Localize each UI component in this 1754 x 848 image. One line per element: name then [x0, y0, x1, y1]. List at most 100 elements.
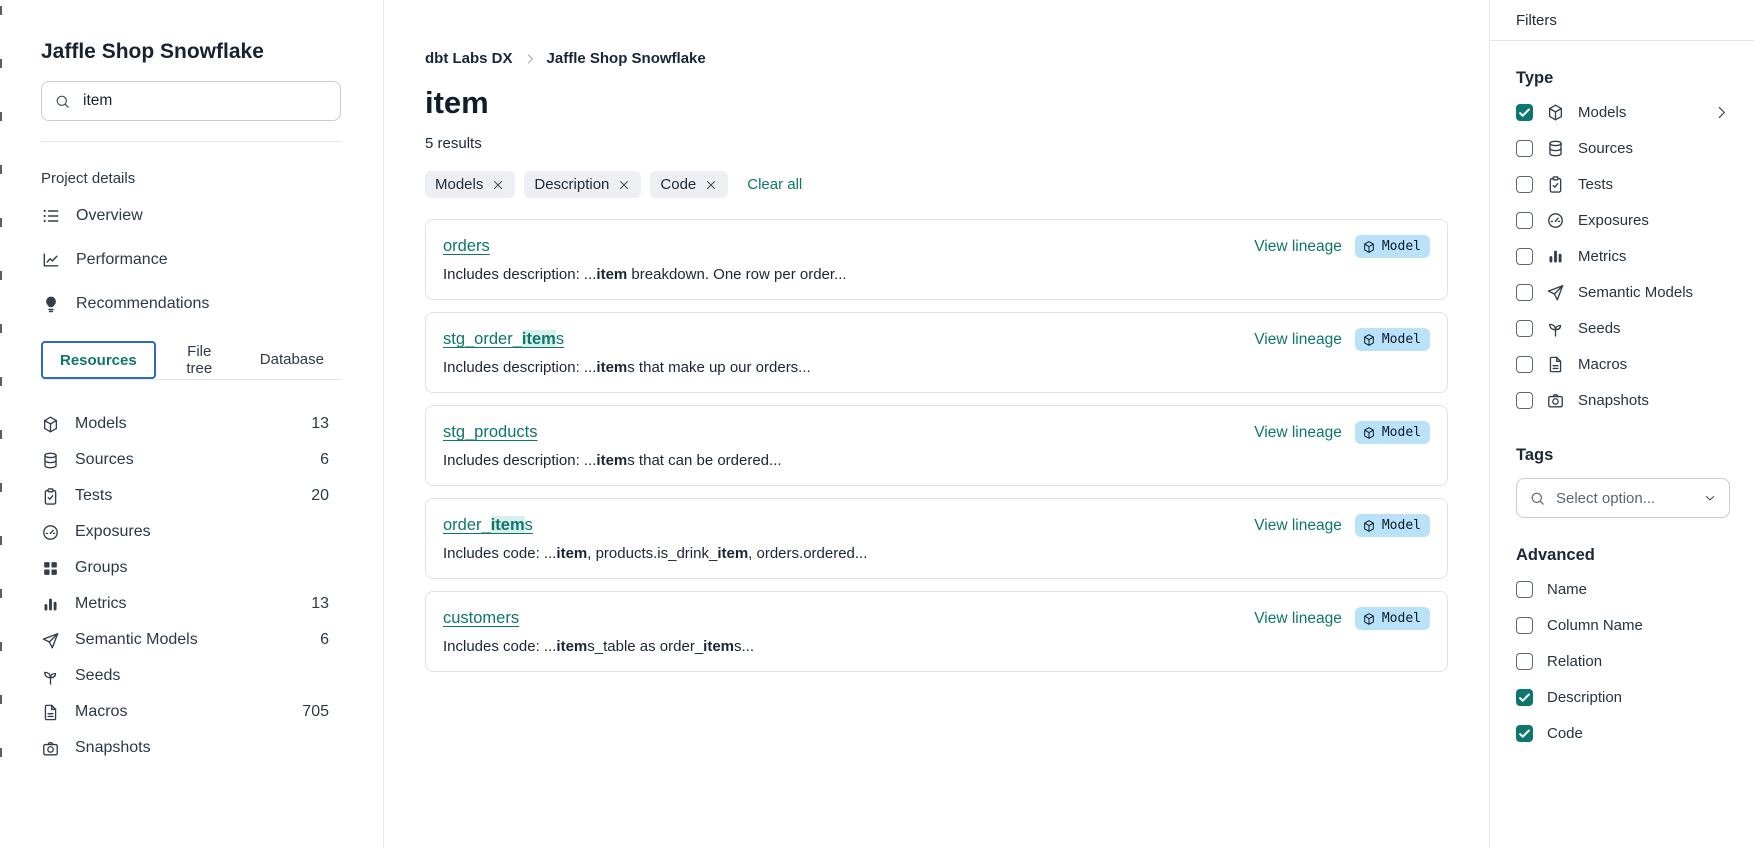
- tab-database[interactable]: Database: [243, 340, 341, 380]
- advanced-filter-name[interactable]: Name: [1516, 571, 1730, 607]
- filter-chip[interactable]: Models: [425, 171, 515, 198]
- filter-chip-label: Code: [660, 176, 696, 193]
- checkbox[interactable]: [1516, 284, 1533, 301]
- type-filter-exposures[interactable]: Exposures: [1516, 202, 1730, 238]
- close-icon[interactable]: [491, 178, 505, 192]
- checkbox[interactable]: [1516, 212, 1533, 229]
- exposure-icon: [1546, 211, 1565, 230]
- result-link[interactable]: customers: [443, 609, 519, 628]
- tags-section-heading: Tags: [1516, 446, 1730, 465]
- result-card: order_items View lineage Model Includes …: [425, 498, 1448, 579]
- source-icon: [1546, 139, 1565, 158]
- semantic-model-icon: [41, 631, 60, 650]
- filter-option-label: Sources: [1578, 140, 1633, 157]
- checkbox[interactable]: [1516, 356, 1533, 373]
- view-lineage-link[interactable]: View lineage: [1254, 517, 1342, 535]
- seed-icon: [1546, 319, 1565, 338]
- model-icon: [41, 415, 60, 434]
- type-filter-tests[interactable]: Tests: [1516, 166, 1730, 202]
- filter-chip[interactable]: Description: [524, 171, 641, 198]
- result-link[interactable]: order_items: [443, 516, 533, 535]
- test-icon: [1546, 175, 1565, 194]
- filter-option-label: Code: [1547, 725, 1583, 742]
- search-input[interactable]: [81, 91, 328, 111]
- filter-chip[interactable]: Code: [650, 171, 728, 198]
- sidebar-item-performance[interactable]: Performance: [41, 238, 341, 282]
- tags-select-placeholder: Select option...: [1556, 490, 1655, 507]
- main-content: dbt Labs DX Jaffle Shop Snowflake item 5…: [384, 0, 1489, 848]
- app-root: Jaffle Shop Snowflake Project details Ov…: [0, 0, 1754, 848]
- project-title: Jaffle Shop Snowflake: [41, 40, 341, 64]
- type-filter-seeds[interactable]: Seeds: [1516, 310, 1730, 346]
- checkbox[interactable]: [1516, 653, 1533, 670]
- breadcrumb-item-project-group[interactable]: dbt Labs DX: [425, 50, 513, 67]
- type-filter-macros[interactable]: Macros: [1516, 346, 1730, 382]
- advanced-filter-relation[interactable]: Relation: [1516, 643, 1730, 679]
- sidebar-item-macros[interactable]: Macros 705: [41, 694, 341, 730]
- sidebar-item-models[interactable]: Models 13: [41, 406, 341, 442]
- type-filter-semantic-models[interactable]: Semantic Models: [1516, 274, 1730, 310]
- sidebar-item-tests[interactable]: Tests 20: [41, 478, 341, 514]
- sidebar-item-recommendations[interactable]: Recommendations: [41, 282, 341, 326]
- sidebar-search[interactable]: [41, 81, 341, 121]
- resources-list: Models 13 Sources 6 Tests 20 Exposures G…: [41, 406, 341, 766]
- sidebar-item-overview[interactable]: Overview: [41, 194, 341, 238]
- checkbox[interactable]: [1516, 725, 1533, 742]
- close-icon[interactable]: [617, 178, 631, 192]
- filters-panel: Filters Type Models Sources Tests Exposu…: [1489, 0, 1754, 848]
- sidebar-project-link-label: Performance: [76, 251, 168, 269]
- checkbox[interactable]: [1516, 617, 1533, 634]
- resource-label: Snapshots: [75, 739, 151, 757]
- sidebar-item-metrics[interactable]: Metrics 13: [41, 586, 341, 622]
- result-link[interactable]: stg_order_items: [443, 330, 564, 349]
- checkbox[interactable]: [1516, 581, 1533, 598]
- type-filter-snapshots[interactable]: Snapshots: [1516, 382, 1730, 418]
- result-link[interactable]: stg_products: [443, 423, 537, 442]
- advanced-filter-list: Name Column Name Relation Description Co…: [1516, 571, 1730, 751]
- sidebar-item-seeds[interactable]: Seeds: [41, 658, 341, 694]
- checkbox[interactable]: [1516, 176, 1533, 193]
- advanced-filter-description[interactable]: Description: [1516, 679, 1730, 715]
- checkbox[interactable]: [1516, 140, 1533, 157]
- resource-label: Tests: [75, 487, 112, 505]
- view-lineage-link[interactable]: View lineage: [1254, 238, 1342, 256]
- advanced-filter-column-name[interactable]: Column Name: [1516, 607, 1730, 643]
- result-link[interactable]: orders: [443, 237, 490, 256]
- type-filter-models[interactable]: Models: [1516, 94, 1730, 130]
- resource-label: Macros: [75, 703, 127, 721]
- sidebar-item-semantic-models[interactable]: Semantic Models 6: [41, 622, 341, 658]
- tags-select[interactable]: Select option...: [1516, 478, 1730, 518]
- checkbox[interactable]: [1516, 248, 1533, 265]
- close-icon[interactable]: [704, 178, 718, 192]
- tab-resources[interactable]: Resources: [41, 341, 156, 379]
- snapshot-icon: [41, 739, 60, 758]
- checkbox[interactable]: [1516, 689, 1533, 706]
- sidebar-item-exposures[interactable]: Exposures: [41, 514, 341, 550]
- checkbox[interactable]: [1516, 104, 1533, 121]
- resource-count: 13: [311, 595, 329, 613]
- checkbox[interactable]: [1516, 320, 1533, 337]
- tab-file-tree[interactable]: File tree: [156, 340, 243, 380]
- clear-all-link[interactable]: Clear all: [747, 176, 802, 193]
- view-lineage-link[interactable]: View lineage: [1254, 331, 1342, 349]
- checkbox[interactable]: [1516, 392, 1533, 409]
- snapshot-icon: [1546, 391, 1565, 410]
- view-lineage-link[interactable]: View lineage: [1254, 424, 1342, 442]
- filter-option-label: Macros: [1578, 356, 1627, 373]
- type-filter-sources[interactable]: Sources: [1516, 130, 1730, 166]
- type-filter-metrics[interactable]: Metrics: [1516, 238, 1730, 274]
- breadcrumb-item-project[interactable]: Jaffle Shop Snowflake: [547, 50, 706, 67]
- filter-option-label: Description: [1547, 689, 1622, 706]
- sidebar-item-groups[interactable]: Groups: [41, 550, 341, 586]
- sidebar-item-sources[interactable]: Sources 6: [41, 442, 341, 478]
- chevron-right-icon[interactable]: [1713, 104, 1730, 121]
- source-icon: [41, 451, 60, 470]
- filter-option-label: Tests: [1578, 176, 1613, 193]
- model-badge: Model: [1355, 235, 1430, 258]
- sidebar-item-snapshots[interactable]: Snapshots: [41, 730, 341, 766]
- model-icon: [1546, 103, 1565, 122]
- advanced-filter-code[interactable]: Code: [1516, 715, 1730, 751]
- sidebar-divider: [41, 141, 341, 142]
- view-lineage-link[interactable]: View lineage: [1254, 610, 1342, 628]
- search-icon: [54, 93, 71, 110]
